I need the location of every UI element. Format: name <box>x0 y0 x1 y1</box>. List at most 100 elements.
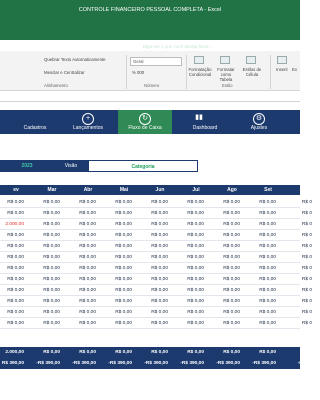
table-cell[interactable]: R$ 0,00 <box>0 285 24 296</box>
table-cell[interactable]: R$ 0,00 <box>138 241 168 252</box>
conditional-formatting-button[interactable]: Formatação Condicional <box>188 67 212 77</box>
nav-fluxo-de-caixa[interactable]: ↻ Fluxo de Caixa <box>118 110 172 134</box>
table-cell[interactable]: R$ 0,00 <box>102 252 132 263</box>
table-cell[interactable]: R$ 0 <box>282 197 312 208</box>
table-cell[interactable]: R$ 0,00 <box>174 274 204 285</box>
table-cell[interactable]: R$ 0,00 <box>174 241 204 252</box>
table-cell[interactable]: R$ 0,00 <box>66 219 96 230</box>
table-cell[interactable]: R$ 0,00 <box>0 307 24 318</box>
table-cell[interactable]: R$ 0,00 <box>66 252 96 263</box>
table-cell[interactable]: R$ 0,00 <box>246 252 276 263</box>
table-cell[interactable]: R$ 0,00 <box>138 296 168 307</box>
table-cell[interactable]: R$ 0,00 <box>246 285 276 296</box>
table-cell[interactable]: R$ 0,00 <box>174 307 204 318</box>
table-cell[interactable]: R$ 0,00 <box>66 208 96 219</box>
table-cell[interactable]: R$ 0,00 <box>138 307 168 318</box>
table-cell[interactable]: R$ 0,00 <box>246 318 276 329</box>
table-cell[interactable]: R$ 0,00 <box>30 230 60 241</box>
table-cell[interactable]: R$ 0,00 <box>210 241 240 252</box>
table-cell[interactable]: R$ 0,00 <box>246 208 276 219</box>
table-cell[interactable]: R$ 0,00 <box>174 197 204 208</box>
table-cell[interactable]: R$ 0 <box>282 274 312 285</box>
table-cell[interactable]: R$ 0,00 <box>210 274 240 285</box>
table-cell[interactable]: R$ 0,00 <box>66 263 96 274</box>
more-button[interactable]: Ex <box>292 67 297 72</box>
number-format-select[interactable]: Geral <box>130 57 182 66</box>
table-cell[interactable]: R$ 0,00 <box>102 263 132 274</box>
table-cell[interactable]: R$ 0,00 <box>30 307 60 318</box>
table-cell[interactable]: R$ 0,00 <box>66 274 96 285</box>
table-cell[interactable]: R$ 0,00 <box>138 197 168 208</box>
table-cell[interactable]: R$ 0,00 <box>66 230 96 241</box>
table-cell[interactable]: R$ 0 <box>282 241 312 252</box>
table-cell[interactable]: R$ 0,00 <box>138 219 168 230</box>
table-cell[interactable]: R$ 0,00 <box>246 307 276 318</box>
merge-center-button[interactable]: Mesclar e Centralizar <box>44 70 85 75</box>
table-cell[interactable]: R$ 0,00 <box>210 307 240 318</box>
table-cell[interactable]: R$ 0,00 <box>246 274 276 285</box>
table-cell[interactable]: R$ 0,00 <box>174 252 204 263</box>
table-cell[interactable]: R$ 0 <box>282 296 312 307</box>
table-cell[interactable]: R$ 0,00 <box>138 263 168 274</box>
table-cell[interactable]: R$ 0,00 <box>210 318 240 329</box>
table-cell[interactable]: R$ 0,00 <box>30 274 60 285</box>
table-cell[interactable]: R$ 0,00 <box>0 241 24 252</box>
table-cell[interactable]: R$ 0,00 <box>174 219 204 230</box>
table-cell[interactable]: R$ 0,00 <box>0 296 24 307</box>
cell-styles-button[interactable]: Estilos de Célula <box>240 67 264 77</box>
table-cell[interactable]: R$ 0,00 <box>210 285 240 296</box>
table-cell[interactable]: R$ 0,00 <box>210 208 240 219</box>
table-cell[interactable]: R$ 0 <box>282 252 312 263</box>
menu-formulas[interactable]: Fórmulas <box>4 43 25 49</box>
table-cell[interactable]: R$ 0 <box>282 219 312 230</box>
table-cell[interactable]: R$ 0 <box>282 318 312 329</box>
table-cell[interactable]: R$ 0 <box>282 208 312 219</box>
table-cell[interactable]: R$ 0,00 <box>174 296 204 307</box>
menu-data[interactable]: Dados <box>34 43 48 49</box>
table-cell[interactable]: R$ 0,00 <box>174 263 204 274</box>
table-cell[interactable]: R$ 0 <box>282 285 312 296</box>
menu-acrobat[interactable]: ACROBAT <box>106 43 130 49</box>
table-cell[interactable]: R$ 0,00 <box>246 263 276 274</box>
table-cell[interactable]: R$ 0,00 <box>210 219 240 230</box>
table-cell[interactable]: R$ 0,00 <box>66 285 96 296</box>
table-cell[interactable]: R$ 0,00 <box>102 318 132 329</box>
table-cell[interactable]: R$ 0,00 <box>210 230 240 241</box>
nav-ajustes[interactable]: ⚙ Ajustes <box>226 110 292 134</box>
table-cell[interactable]: R$ 0,00 <box>246 219 276 230</box>
table-cell[interactable]: R$ 0,00 <box>210 252 240 263</box>
table-cell[interactable]: R$ 0,00 <box>210 197 240 208</box>
table-cell[interactable]: R$ 0,00 <box>0 252 24 263</box>
nav-lancamentos[interactable]: + Lançamentos <box>58 110 118 134</box>
table-cell[interactable]: R$ 0,00 <box>102 274 132 285</box>
table-cell[interactable]: R$ 0,00 <box>0 208 24 219</box>
wrap-text-button[interactable]: Quebrar Texto Automaticamente <box>44 57 106 62</box>
table-cell[interactable]: R$ 0,00 <box>30 219 60 230</box>
table-cell[interactable]: R$ 0,00 <box>66 318 96 329</box>
table-cell[interactable]: R$ 0,00 <box>102 285 132 296</box>
table-cell[interactable]: 2.000,00 <box>0 219 24 230</box>
formula-bar[interactable] <box>0 92 300 102</box>
table-cell[interactable]: R$ 0,00 <box>246 296 276 307</box>
table-cell[interactable]: R$ 0,00 <box>102 197 132 208</box>
table-cell[interactable]: R$ 0,00 <box>0 274 24 285</box>
insert-button[interactable]: Inserir <box>276 67 288 72</box>
table-cell[interactable]: R$ 0,00 <box>30 318 60 329</box>
table-cell[interactable]: R$ 0 <box>282 307 312 318</box>
table-cell[interactable]: R$ 0,00 <box>138 208 168 219</box>
table-cell[interactable]: R$ 0,00 <box>30 263 60 274</box>
table-cell[interactable]: R$ 0,00 <box>102 296 132 307</box>
menu-review[interactable]: Revisão <box>57 43 75 49</box>
table-cell[interactable]: R$ 0,00 <box>66 296 96 307</box>
format-as-table-button[interactable]: Formatar como Tabela <box>214 67 238 82</box>
view-selector[interactable]: Categoria <box>88 160 198 172</box>
table-cell[interactable]: R$ 0,00 <box>66 241 96 252</box>
table-cell[interactable]: R$ 0,00 <box>138 274 168 285</box>
table-cell[interactable]: R$ 0,00 <box>174 285 204 296</box>
table-cell[interactable]: R$ 0,00 <box>210 296 240 307</box>
table-cell[interactable]: R$ 0,00 <box>0 263 24 274</box>
table-cell[interactable]: R$ 0,00 <box>0 318 24 329</box>
table-cell[interactable]: R$ 0,00 <box>138 285 168 296</box>
table-cell[interactable]: R$ 0,00 <box>246 230 276 241</box>
table-cell[interactable]: R$ 0,00 <box>102 208 132 219</box>
